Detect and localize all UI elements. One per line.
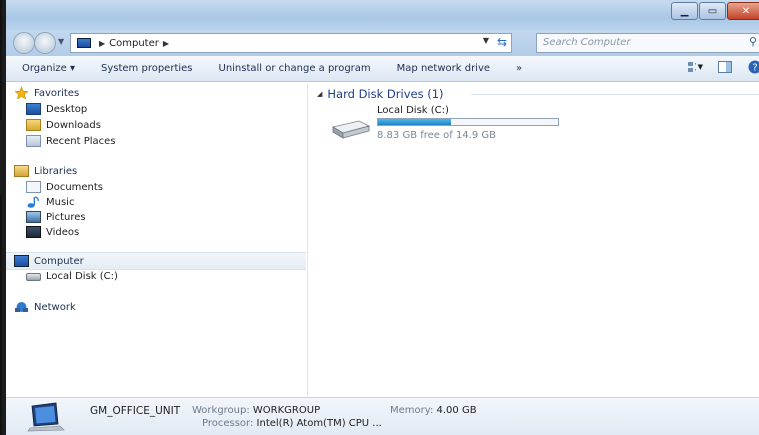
nav-item-label: Downloads xyxy=(46,119,101,131)
svg-text:?: ? xyxy=(752,63,757,74)
processor-label-text: Processor: xyxy=(202,418,254,429)
workgroup-label: Workgroup: WORKGROUP xyxy=(192,405,320,416)
window-controls: ▁ ▭ ✕ xyxy=(670,2,759,20)
breadcrumb-chevron-icon[interactable]: ▶ xyxy=(163,39,169,48)
drive-usage-fill xyxy=(378,119,452,125)
nav-item-videos[interactable]: Videos xyxy=(26,226,79,238)
preview-pane-button[interactable] xyxy=(717,60,733,74)
nav-item-label: Pictures xyxy=(46,211,86,223)
maximize-button[interactable]: ▭ xyxy=(699,2,726,20)
nav-favorites-label: Favorites xyxy=(34,87,80,99)
documents-icon xyxy=(26,181,41,193)
nav-network-label: Network xyxy=(34,301,76,313)
forward-button[interactable] xyxy=(34,32,56,54)
downloads-folder-icon xyxy=(26,119,41,131)
help-button[interactable]: ? xyxy=(747,60,759,74)
drive-name[interactable]: Local Disk (C:) xyxy=(377,105,449,116)
search-input[interactable]: Search Computer ⚲ xyxy=(536,33,759,53)
preview-pane-icon xyxy=(718,61,732,73)
refresh-icon[interactable]: ⇆ xyxy=(497,35,507,49)
group-divider xyxy=(471,94,759,95)
collapse-triangle-icon[interactable]: ◢ xyxy=(317,90,322,98)
map-network-drive-button[interactable]: Map network drive xyxy=(397,63,490,74)
address-row: ▼ ▶ Computer ▶ ▼ ⇆ Search Computer ⚲ xyxy=(6,30,759,56)
search-icon[interactable]: ⚲ xyxy=(749,35,757,48)
change-view-button[interactable]: ▼ xyxy=(687,60,703,74)
nav-item-documents[interactable]: Documents xyxy=(26,181,103,193)
address-dropdown-icon[interactable]: ▼ xyxy=(483,36,489,45)
group-header-label: Hard Disk Drives (1) xyxy=(327,87,444,101)
nav-item-recent-places[interactable]: Recent Places xyxy=(26,135,116,147)
nav-item-label: Desktop xyxy=(46,103,88,115)
nav-libraries-label: Libraries xyxy=(34,165,78,177)
search-placeholder: Search Computer xyxy=(543,37,631,48)
hard-drive-icon xyxy=(26,272,41,281)
navigation-pane: Favorites Desktop Downloads Recent Place… xyxy=(6,83,308,397)
hard-drive-icon[interactable] xyxy=(329,113,371,141)
address-bar[interactable]: ▶ Computer ▶ ▼ ⇆ xyxy=(70,33,512,53)
breadcrumb-computer[interactable]: Computer xyxy=(109,38,159,49)
more-commands-button[interactable]: » xyxy=(516,63,522,74)
nav-item-label: Music xyxy=(46,196,75,208)
star-icon xyxy=(14,87,29,99)
videos-icon xyxy=(26,226,41,238)
history-dropdown-icon[interactable]: ▼ xyxy=(58,37,64,46)
nav-item-local-disk[interactable]: Local Disk (C:) xyxy=(26,271,118,282)
uninstall-program-button[interactable]: Uninstall or change a program xyxy=(219,63,371,74)
pictures-icon xyxy=(26,211,41,223)
back-button[interactable] xyxy=(13,32,35,54)
maximize-icon: ▭ xyxy=(707,5,718,17)
nav-computer-label: Computer xyxy=(34,255,84,267)
workgroup-value: WORKGROUP xyxy=(252,405,321,416)
chevron-down-icon: ▼ xyxy=(697,63,703,71)
drive-usage-bar xyxy=(377,118,559,126)
nav-item-downloads[interactable]: Downloads xyxy=(26,119,101,131)
nav-computer[interactable]: Computer xyxy=(14,255,84,267)
nav-item-music[interactable]: Music xyxy=(26,196,74,208)
workgroup-label-text: Workgroup: xyxy=(192,405,250,416)
nav-item-pictures[interactable]: Pictures xyxy=(26,211,86,223)
desktop-icon xyxy=(26,103,41,115)
nav-favorites[interactable]: Favorites xyxy=(14,87,79,99)
command-bar: Organize ▾ System properties Uninstall o… xyxy=(6,56,759,82)
content-pane: ◢ Hard Disk Drives (1) Local Disk (C:) 8… xyxy=(309,83,759,397)
computer-monitor-icon xyxy=(27,402,65,432)
close-button[interactable]: ✕ xyxy=(727,2,759,20)
organize-button[interactable]: Organize ▾ xyxy=(22,63,75,74)
memory-label-text: Memory: xyxy=(390,405,434,416)
computer-name: GM_OFFICE_UNIT xyxy=(90,405,181,417)
drive-free-space: 8.83 GB free of 14.9 GB xyxy=(377,130,496,141)
close-icon: ✕ xyxy=(741,5,751,17)
group-header-hard-disk-drives[interactable]: ◢ Hard Disk Drives (1) xyxy=(317,87,444,101)
view-options-icon xyxy=(688,62,696,72)
breadcrumb-chevron-icon[interactable]: ▶ xyxy=(99,39,105,48)
system-properties-button[interactable]: System properties xyxy=(101,63,193,74)
nav-network[interactable]: Network xyxy=(14,301,76,313)
title-bar[interactable]: ▁ ▭ ✕ xyxy=(6,0,759,30)
recent-places-icon xyxy=(26,135,41,147)
nav-item-label: Recent Places xyxy=(46,135,116,147)
processor-label: Processor: Intel(R) Atom(TM) CPU ... xyxy=(202,418,382,429)
processor-value: Intel(R) Atom(TM) CPU ... xyxy=(256,418,382,429)
details-pane: GM_OFFICE_UNIT Workgroup: WORKGROUP Memo… xyxy=(6,397,759,435)
computer-icon xyxy=(77,38,91,48)
nav-item-label: Videos xyxy=(46,226,80,238)
music-icon xyxy=(27,196,39,208)
view-controls: ▼ ? xyxy=(673,60,759,74)
minimize-button[interactable]: ▁ xyxy=(671,2,698,20)
minimize-icon: ▁ xyxy=(680,5,689,17)
computer-icon xyxy=(14,255,29,267)
memory-label: Memory: 4.00 GB xyxy=(390,405,477,416)
nav-item-label: Documents xyxy=(46,181,104,193)
explorer-window: ▁ ▭ ✕ ▼ ▶ Computer ▶ ▼ ⇆ Search Computer… xyxy=(6,0,759,435)
network-icon xyxy=(15,302,28,312)
nav-libraries[interactable]: Libraries xyxy=(14,165,77,177)
nav-item-label: Local Disk (C:) xyxy=(46,271,118,282)
libraries-icon xyxy=(14,165,29,177)
nav-item-desktop[interactable]: Desktop xyxy=(26,103,87,115)
memory-value: 4.00 GB xyxy=(436,405,477,416)
help-icon: ? xyxy=(748,60,759,74)
